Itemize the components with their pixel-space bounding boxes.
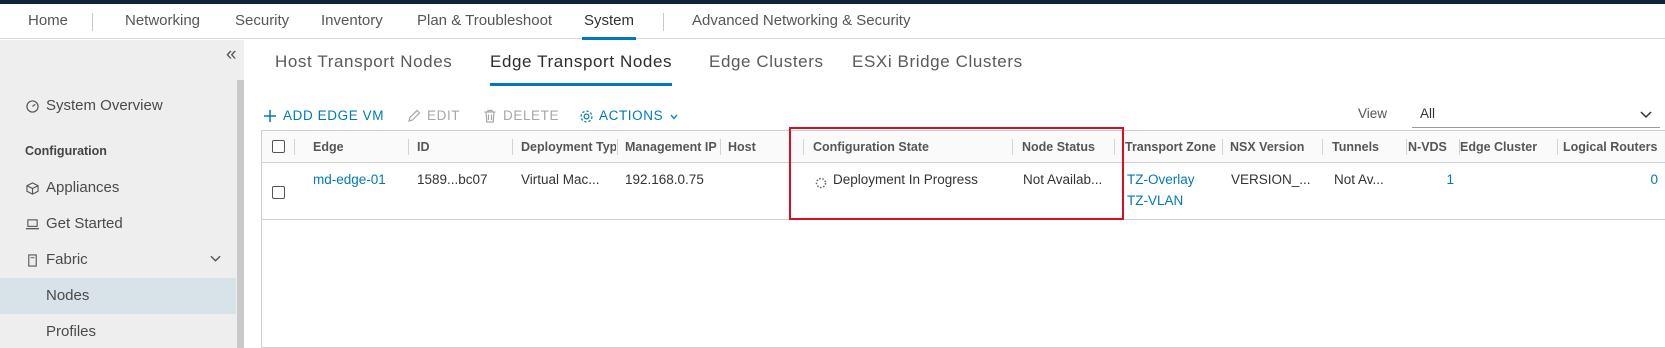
column-header-transport-zone[interactable]: Transport Zone — [1125, 131, 1221, 163]
collapse-sidebar-button[interactable]: « — [226, 45, 237, 64]
n-vds-count-link[interactable]: 1 — [1436, 172, 1454, 187]
sidebar-section-configuration: Configuration — [25, 144, 107, 158]
view-label: View — [1358, 106, 1388, 121]
nav-separator — [92, 13, 93, 31]
grid-header: Edge ID Deployment Typ Management IP Hos… — [262, 131, 1665, 163]
nav-security[interactable]: Security — [235, 4, 289, 39]
chevron-down-icon — [210, 255, 221, 262]
column-separator[interactable] — [408, 139, 409, 155]
laptop-icon — [26, 219, 39, 230]
column-separator[interactable] — [1222, 139, 1223, 155]
tab-esxi-bridge-clusters[interactable]: ESXi Bridge Clusters — [852, 48, 1023, 86]
delete-button[interactable]: DELETE — [483, 106, 563, 126]
plus-icon — [264, 110, 276, 122]
sidebar-item-appliances[interactable]: Appliances — [0, 170, 236, 206]
cell-tunnels[interactable]: Not Av... — [1334, 172, 1404, 187]
sidebar-item-label: System Overview — [46, 97, 163, 114]
column-header-management-ip[interactable]: Management IP — [625, 131, 723, 163]
add-edge-vm-label: ADD EDGE VM — [283, 108, 385, 123]
column-separator[interactable] — [1322, 139, 1323, 155]
cell-deployment-type: Virtual Mac... — [521, 172, 600, 187]
cell-configuration-state: Deployment In Progress — [833, 172, 978, 187]
column-separator[interactable] — [1114, 139, 1115, 155]
column-header-id[interactable]: ID — [417, 131, 507, 163]
cell-nsx-version: VERSION_... — [1231, 172, 1311, 187]
edge-name-link[interactable]: md-edge-01 — [313, 172, 405, 187]
edit-button[interactable]: EDIT — [407, 106, 467, 126]
logical-routers-count-link[interactable]: 0 — [1642, 172, 1658, 187]
sidebar-item-profiles[interactable]: Profiles — [0, 314, 236, 348]
column-header-node-status[interactable]: Node Status — [1022, 131, 1112, 163]
column-header-nsx-version[interactable]: NSX Version — [1230, 131, 1320, 163]
column-separator[interactable] — [617, 139, 618, 155]
column-header-logical-routers[interactable]: Logical Routers — [1563, 131, 1665, 163]
column-separator[interactable] — [512, 139, 513, 155]
transport-zone-link[interactable]: TZ-Overlay — [1127, 172, 1219, 187]
nav-inventory[interactable]: Inventory — [321, 4, 383, 39]
nav-separator — [663, 13, 664, 31]
nav-plan-troubleshoot[interactable]: Plan & Troubleshoot — [417, 4, 552, 39]
cube-icon — [26, 182, 39, 195]
gear-icon — [580, 110, 593, 123]
view-select-value: All — [1420, 106, 1436, 121]
actions-label: ACTIONS — [599, 108, 664, 123]
column-header-edge-cluster[interactable]: Edge Cluster — [1460, 131, 1555, 163]
sidebar-item-label: Appliances — [46, 179, 120, 196]
nav-advanced-networking[interactable]: Advanced Networking & Security — [692, 4, 910, 39]
sidebar-item-get-started[interactable]: Get Started — [0, 206, 236, 242]
nav-home[interactable]: Home — [28, 4, 68, 39]
view-select[interactable]: All — [1412, 102, 1660, 128]
cell-id: 1589...bc07 — [417, 172, 488, 187]
sidebar-item-system-overview[interactable]: System Overview — [0, 88, 236, 124]
sidebar-item-fabric[interactable]: Fabric — [0, 242, 236, 278]
delete-label: DELETE — [503, 108, 560, 123]
transport-zone-link[interactable]: TZ-VLAN — [1127, 193, 1219, 208]
column-separator[interactable] — [720, 139, 721, 155]
sidebar-item-label: Get Started — [46, 215, 123, 232]
add-edge-vm-button[interactable]: ADD EDGE VM — [263, 106, 388, 126]
cell-management-ip: 192.168.0.75 — [625, 172, 704, 187]
column-header-host[interactable]: Host — [728, 131, 788, 163]
tab-edge-transport-nodes[interactable]: Edge Transport Nodes — [490, 48, 673, 86]
chevron-down-icon — [670, 114, 678, 120]
spinner-icon — [815, 177, 827, 189]
cell-node-status[interactable]: Not Availab... — [1023, 172, 1111, 187]
actions-menu[interactable]: ACTIONS — [579, 106, 679, 126]
edge-nodes-grid: Edge ID Deployment Typ Management IP Hos… — [261, 130, 1665, 348]
column-header-deployment-type[interactable]: Deployment Typ — [521, 131, 616, 163]
dashboard-icon — [26, 100, 39, 113]
sidebar-item-nodes[interactable]: Nodes — [0, 278, 236, 314]
column-separator[interactable] — [1557, 139, 1558, 155]
chevron-down-icon — [1640, 111, 1652, 119]
sidebar-item-label: Profiles — [46, 323, 97, 340]
sidebar-scrollbar[interactable] — [237, 80, 244, 348]
pencil-icon — [408, 109, 421, 122]
main-nav: Home Networking Security Inventory Plan … — [0, 4, 1665, 40]
tab-host-transport-nodes[interactable]: Host Transport Nodes — [275, 48, 452, 86]
column-header-tunnels[interactable]: Tunnels — [1332, 131, 1402, 163]
column-separator[interactable] — [1406, 139, 1407, 155]
column-separator[interactable] — [803, 139, 804, 155]
column-header-edge[interactable]: Edge — [313, 131, 403, 163]
edit-label: EDIT — [427, 108, 461, 123]
nav-networking[interactable]: Networking — [125, 4, 200, 39]
tab-edge-clusters[interactable]: Edge Clusters — [709, 48, 824, 86]
column-separator — [294, 139, 295, 155]
row-checkbox[interactable] — [272, 186, 285, 199]
nav-system[interactable]: System — [581, 4, 637, 40]
sidebar-item-label: Nodes — [46, 287, 90, 304]
server-icon — [28, 254, 37, 267]
column-separator[interactable] — [1012, 139, 1013, 155]
column-header-n-vds[interactable]: N-VDS — [1408, 131, 1456, 163]
column-header-configuration-state[interactable]: Configuration State — [813, 131, 998, 163]
sidebar-item-label: Fabric — [46, 251, 88, 268]
trash-icon — [484, 109, 496, 123]
table-row[interactable]: md-edge-01 1589...bc07 Virtual Mac... 19… — [262, 163, 1665, 220]
select-all-checkbox[interactable] — [272, 140, 285, 153]
